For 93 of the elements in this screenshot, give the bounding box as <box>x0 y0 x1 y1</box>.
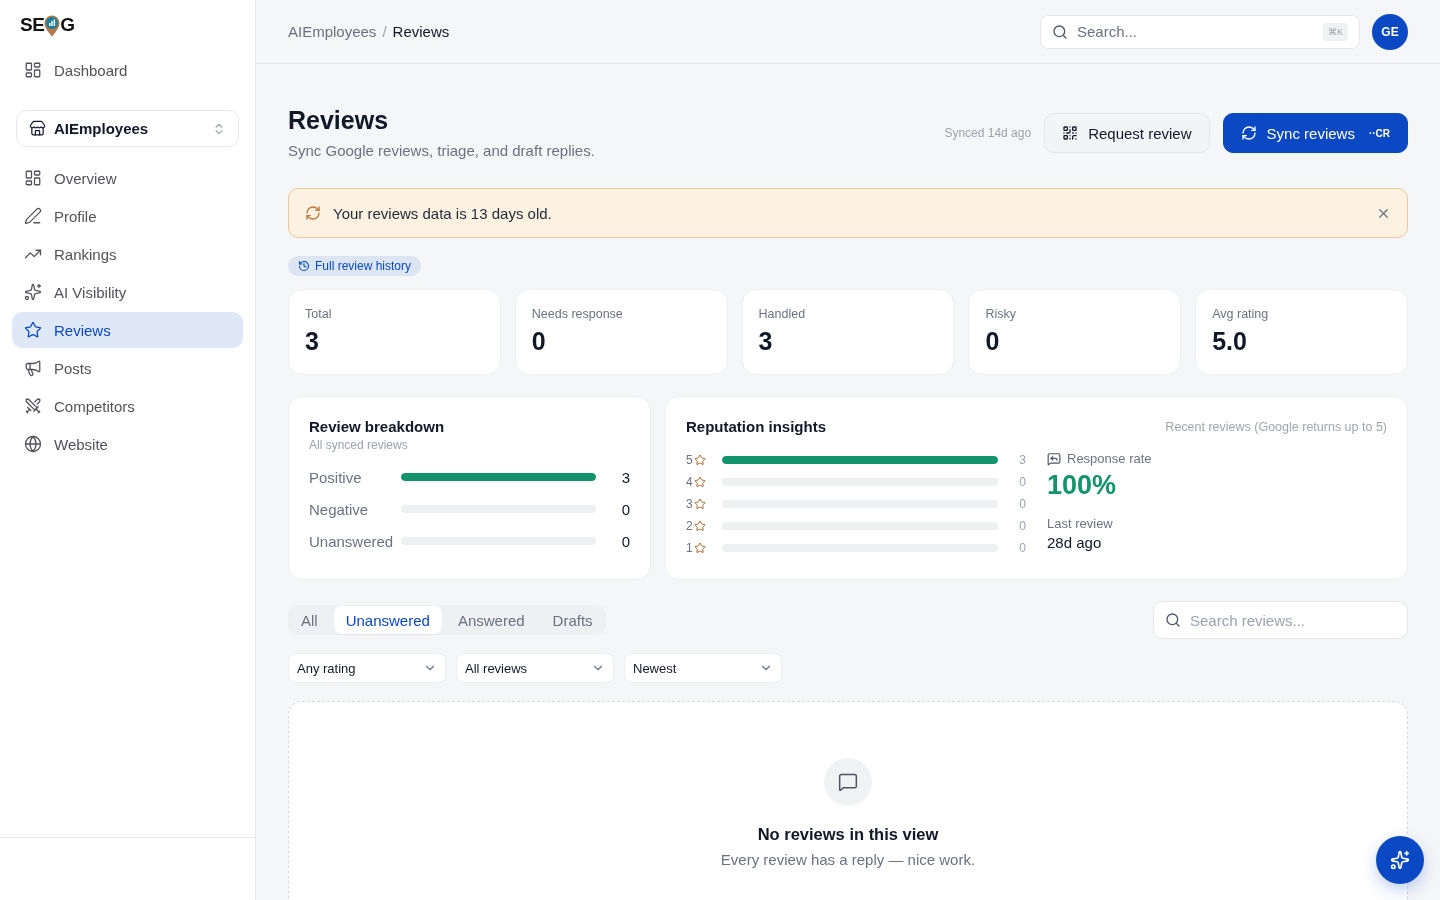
sync-reviews-button[interactable]: Sync reviews ··CR <box>1222 113 1408 153</box>
sidebar-item[interactable]: Posts <box>12 350 243 386</box>
breadcrumb-link[interactable]: AIEmployees <box>288 23 377 40</box>
review-history-chip[interactable]: Full review history <box>288 256 422 276</box>
breakdown-count: 0 <box>620 532 630 550</box>
stat-value: 3 <box>758 326 774 356</box>
refresh-icon <box>1240 125 1257 141</box>
star-icon <box>693 454 706 466</box>
rating-count: 0 <box>1018 497 1026 511</box>
breadcrumb-link[interactable]: Reviews <box>392 23 450 40</box>
sidebar-item[interactable]: Profile <box>12 198 243 234</box>
assistant-button[interactable] <box>1376 836 1424 884</box>
map-pin-icon <box>44 15 61 37</box>
filter-select[interactable]: Newest <box>624 653 782 683</box>
star-icon <box>24 321 42 339</box>
stat-value: 0 <box>985 326 1001 356</box>
stat-label: Avg rating <box>1212 306 1270 322</box>
sidebar-item[interactable]: Reviews <box>12 312 243 348</box>
sidebar-item[interactable]: Website <box>12 426 243 462</box>
last-review-label: Last review <box>1047 515 1114 533</box>
page-subtitle: Sync Google reviews, triage, and draft replies. <box>288 141 595 161</box>
response-rate-value: 100% <box>1047 469 1118 501</box>
search-icon <box>1165 612 1181 628</box>
request-review-button[interactable]: Request review <box>1044 113 1210 153</box>
breakdown-count: 3 <box>620 468 630 486</box>
star-icon <box>693 498 706 510</box>
sidebar-item[interactable]: Competitors <box>12 388 243 424</box>
alert-message: Your reviews data is 13 days old. <box>333 204 553 222</box>
sidebar-item[interactable]: Dashboard <box>12 52 243 88</box>
pencil-icon <box>24 207 42 225</box>
breakdown-label: Positive <box>309 468 363 486</box>
rating-label: 3 <box>686 497 693 511</box>
page-title: Reviews <box>288 105 390 135</box>
breadcrumb-separator: / <box>382 23 387 40</box>
chat-bubble-icon <box>824 758 872 806</box>
user-avatar[interactable]: GE <box>1372 13 1408 50</box>
filter-tab[interactable]: Unanswered <box>333 606 442 634</box>
rating-count: 0 <box>1018 475 1026 489</box>
message-reply-icon <box>1047 452 1061 466</box>
filter-select[interactable]: Any rating <box>288 653 446 683</box>
breakdown-label: Negative <box>309 500 370 518</box>
card-title: Reputation insights <box>686 417 826 437</box>
stat-value: 5.0 <box>1212 326 1248 356</box>
filter-tab[interactable]: Answered <box>445 606 537 634</box>
logo-text: G <box>60 14 75 36</box>
rating-count: 0 <box>1018 541 1026 555</box>
sidebar-item[interactable]: Overview <box>12 160 243 196</box>
megaphone-icon <box>24 359 42 377</box>
rating-label: 2 <box>686 519 693 533</box>
store-icon <box>29 120 46 137</box>
star-icon <box>693 476 706 488</box>
history-icon <box>298 260 310 272</box>
layout-grid-icon <box>24 169 42 187</box>
rating-count: 3 <box>1018 453 1026 467</box>
sync-status: Synced 14d ago <box>944 126 1032 140</box>
empty-state-message: Every review has a reply — nice work. <box>720 850 976 870</box>
filter-tab[interactable]: Drafts <box>540 606 605 634</box>
breakdown-label: Unanswered <box>309 532 395 550</box>
stat-label: Needs response <box>531 306 624 322</box>
breakdown-count: 0 <box>620 500 630 518</box>
card-subtitle: All synced reviews <box>309 437 409 453</box>
stat-label: Total <box>305 306 333 322</box>
card-title: Review breakdown <box>309 417 446 437</box>
response-rate-label: Response rate <box>1067 450 1152 468</box>
rating-label: 1 <box>686 541 693 555</box>
star-icon <box>693 520 706 532</box>
refresh-icon <box>305 205 321 221</box>
layout-grid-icon <box>24 61 42 79</box>
stat-label: Risky <box>985 306 1017 322</box>
sparkles-icon <box>24 283 42 301</box>
rating-count: 0 <box>1018 519 1026 533</box>
shortcut-key: ··CR <box>1368 127 1390 139</box>
logo-text: SE <box>20 14 45 36</box>
star-icon <box>693 542 706 554</box>
search-icon <box>1052 23 1068 40</box>
qr-code-icon <box>1062 125 1079 141</box>
stat-value: 3 <box>305 326 320 356</box>
sidebar-item[interactable]: AI Visibility <box>12 274 243 310</box>
review-search-field[interactable]: Search reviews... <box>1153 601 1408 639</box>
sparkles-icon <box>1390 850 1410 870</box>
rating-label: 5 <box>686 453 693 467</box>
empty-state-title: No reviews in this view <box>757 824 939 844</box>
rating-label: 4 <box>686 475 693 489</box>
workspace-select[interactable]: AIEmployees <box>16 110 239 147</box>
stat-value: 0 <box>531 326 547 356</box>
sidebar-item[interactable]: Rankings <box>12 236 243 272</box>
filter-tab[interactable]: All <box>289 606 330 634</box>
crossed-swords-icon <box>24 397 42 415</box>
stat-label: Handled <box>758 306 807 322</box>
globe-icon <box>24 435 42 453</box>
card-caption: Recent reviews (Google returns up to 5) <box>1165 420 1387 434</box>
filter-select[interactable]: All reviews <box>456 653 614 683</box>
last-review-value: 28d ago <box>1047 533 1103 553</box>
